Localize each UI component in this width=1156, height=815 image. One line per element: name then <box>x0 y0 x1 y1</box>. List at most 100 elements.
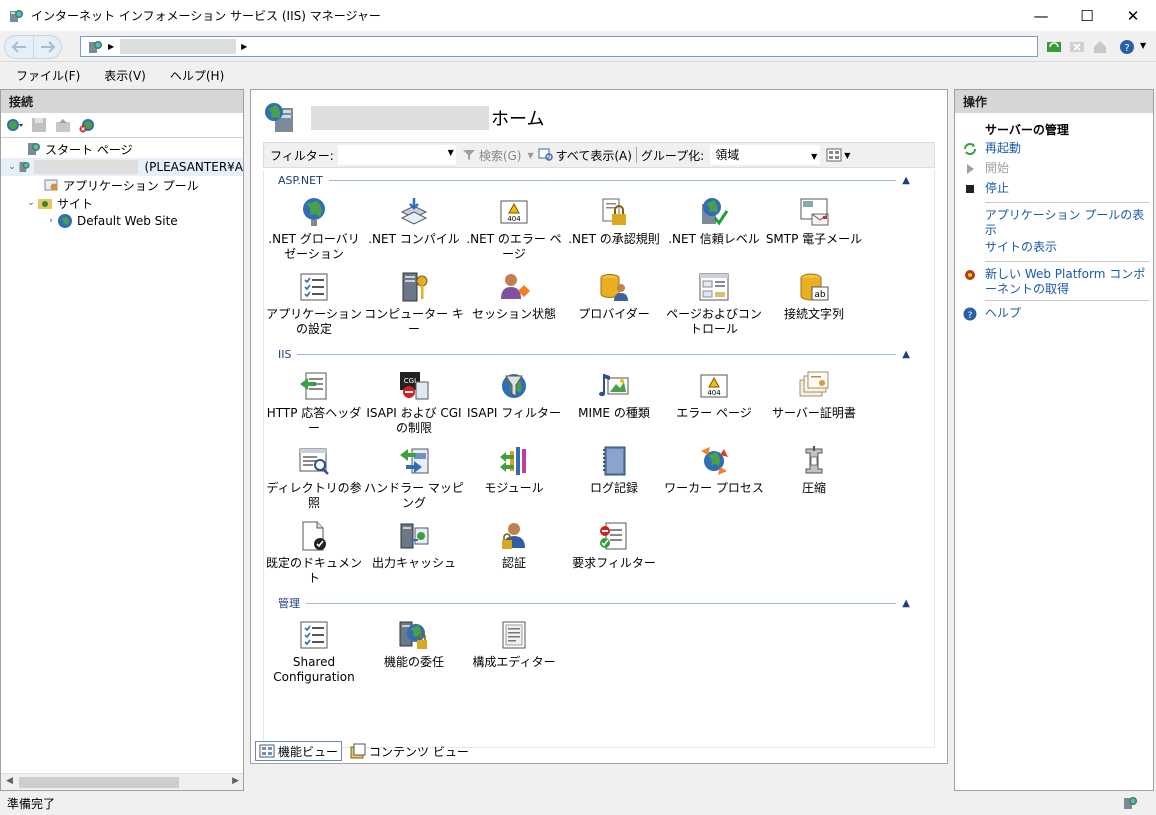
feature-output-caching[interactable]: 出力キャッシュ <box>364 520 464 571</box>
feature-delegation[interactable]: 機能の委任 <box>364 619 464 670</box>
feature-worker-processes[interactable]: ワーカー プロセス <box>664 445 764 496</box>
collapse-icon[interactable]: ▲ <box>902 598 910 609</box>
horizontal-scrollbar[interactable]: ◀ ▶ <box>1 773 243 790</box>
action-stop[interactable]: 停止 <box>955 179 1153 199</box>
breadcrumb-arrow-icon[interactable]: ▶ <box>108 42 114 51</box>
feature-label: 既定のドキュメント <box>265 556 362 585</box>
home-icon[interactable] <box>1092 39 1108 55</box>
up-folder-icon <box>56 119 70 132</box>
action-restart[interactable]: 再起動 <box>955 139 1153 159</box>
action-view-app-pools[interactable]: アプリケーション プールの表示 <box>955 206 1153 238</box>
feature-http-response-headers[interactable]: HTTP 応答ヘッダー <box>264 370 364 436</box>
feature-pages-controls[interactable]: ページおよびコントロール <box>664 271 764 337</box>
feature-handler-mappings[interactable]: ハンドラー マッピング <box>364 445 464 511</box>
tree-node-sites[interactable]: ⌄ サイト <box>1 194 243 212</box>
search-dropdown-icon[interactable]: ▼ <box>527 151 533 160</box>
feature-isapi-cgi-restrictions[interactable]: CGI ISAPI および CGI の制限 <box>364 370 464 436</box>
scrollbar-thumb[interactable] <box>19 777 179 788</box>
feature-shared-configuration[interactable]: Shared Configuration <box>264 619 364 685</box>
feature-net-compilation[interactable]: .NET コンパイル <box>364 196 464 247</box>
feature-request-filtering[interactable]: 要求フィルター <box>564 520 664 571</box>
disconnect-button[interactable] <box>78 116 96 134</box>
chevron-right-icon[interactable]: › <box>45 216 57 226</box>
feature-app-settings[interactable]: アプリケーションの設定 <box>264 271 364 337</box>
error-page-404-icon: 404 <box>700 374 728 398</box>
tree-node-app-pools[interactable]: アプリケーション プール <box>1 176 243 194</box>
view-dropdown-icon[interactable]: ▼ <box>844 151 850 160</box>
tree-node-server[interactable]: ⌄ (PLEASANTER¥A <box>1 158 243 176</box>
feature-logging[interactable]: ログ記録 <box>564 445 664 496</box>
group-header-aspnet[interactable]: ASP.NET ▲ <box>278 172 910 188</box>
feature-machine-key[interactable]: コンピューター キー <box>364 271 464 337</box>
disconnect-icon <box>79 119 94 133</box>
minimize-button[interactable]: — <box>1018 0 1064 31</box>
search-button[interactable]: 検索(G) <box>479 147 522 164</box>
group-header-iis[interactable]: IIS ▲ <box>278 346 910 362</box>
action-start[interactable]: 開始 <box>955 159 1153 179</box>
action-view-sites[interactable]: サイトの表示 <box>955 238 1153 258</box>
scroll-right-icon[interactable]: ▶ <box>232 776 239 786</box>
maximize-button[interactable]: ☐ <box>1064 0 1110 31</box>
connect-button[interactable] <box>6 116 24 134</box>
feature-isapi-filters[interactable]: ISAPI フィルター <box>464 370 564 421</box>
feature-net-globalization[interactable]: .NET グローバリゼーション <box>264 196 364 262</box>
feature-default-document[interactable]: 既定のドキュメント <box>264 520 364 586</box>
feature-net-trust-levels[interactable]: .NET 信頼レベル <box>664 196 764 247</box>
filter-input[interactable]: ▼ <box>337 145 456 165</box>
up-level-button[interactable] <box>54 116 72 134</box>
menu-file[interactable]: ファイル(F) <box>7 67 89 84</box>
action-get-web-platform[interactable]: 新しい Web Platform コンポーネントの取得 <box>955 265 1153 297</box>
web-platform-icon <box>965 270 975 280</box>
tree-node-label: アプリケーション プール <box>63 178 199 193</box>
tab-content-view[interactable]: コンテンツ ビュー <box>346 741 473 761</box>
feature-configuration-editor[interactable]: 構成エディター <box>464 619 564 670</box>
save-button[interactable] <box>30 116 48 134</box>
feature-server-certificates[interactable]: サーバー証明書 <box>764 370 864 421</box>
feature-modules[interactable]: モジュール <box>464 445 564 496</box>
tree-node-start-page[interactable]: スタート ページ <box>1 140 243 158</box>
filter-bar: フィルター: ▼ 検索(G) ▼ すべて表示(A) グループ化: 領域 ▼ ▼ <box>263 142 935 168</box>
refresh-icon[interactable] <box>1046 39 1062 55</box>
dropdown-arrow-icon[interactable]: ▼ <box>811 148 817 166</box>
breadcrumb-arrow-icon[interactable]: ▶ <box>241 42 247 51</box>
feature-session-state[interactable]: セッション状態 <box>464 271 564 322</box>
dropdown-arrow-icon[interactable]: ▼ <box>448 148 454 157</box>
tree-node-label: (PLEASANTER¥A <box>144 160 243 174</box>
tree-node-default-web-site[interactable]: › Default Web Site <box>1 212 243 230</box>
address-field[interactable]: ▶ ▶ <box>80 36 1038 57</box>
feature-connection-strings[interactable]: ab 接続文字列 <box>764 271 864 322</box>
scroll-left-icon[interactable]: ◀ <box>6 776 13 786</box>
feature-directory-browsing[interactable]: ディレクトリの参照 <box>264 445 364 511</box>
menu-view[interactable]: 表示(V) <box>95 67 155 84</box>
collapse-icon[interactable]: ▲ <box>902 175 910 186</box>
forward-button[interactable] <box>34 35 62 59</box>
collapse-icon[interactable]: ▲ <box>902 349 910 360</box>
show-all-icon <box>538 148 553 161</box>
group-by-select[interactable]: 領域 ▼ <box>710 145 821 166</box>
provider-database-icon <box>600 274 628 301</box>
filter-globe-icon <box>502 374 526 398</box>
chevron-down-icon[interactable]: ⌄ <box>25 198 37 208</box>
help-dropdown-icon[interactable]: ? <box>1119 39 1135 55</box>
stop-nav-icon[interactable] <box>1069 39 1085 55</box>
help-dropdown-arrow-icon[interactable]: ▼ <box>1140 41 1146 50</box>
menu-help[interactable]: ヘルプ(H) <box>161 67 233 84</box>
close-button[interactable]: ✕ <box>1110 0 1156 31</box>
feature-mime-types[interactable]: MIME の種類 <box>564 370 664 421</box>
directory-browse-icon <box>299 448 329 475</box>
feature-authentication[interactable]: 認証 <box>464 520 564 571</box>
feature-smtp-email[interactable]: SMTP 電子メール <box>764 196 864 247</box>
back-button[interactable] <box>4 35 34 59</box>
show-all-button[interactable]: すべて表示(A) <box>556 147 632 164</box>
feature-error-pages[interactable]: 404 エラー ページ <box>664 370 764 421</box>
chevron-down-icon[interactable]: ⌄ <box>7 162 17 172</box>
feature-net-error-pages[interactable]: 404 .NET のエラー ページ <box>464 196 564 262</box>
view-mode-icon[interactable] <box>826 148 842 162</box>
tab-features-view[interactable]: 機能ビュー <box>255 741 343 761</box>
feature-compression[interactable]: 圧縮 <box>764 445 864 496</box>
group-title: 管理 <box>278 597 300 610</box>
action-help[interactable]: ? ヘルプ <box>955 304 1153 324</box>
feature-net-authorization-rules[interactable]: .NET の承認規則 <box>564 196 664 247</box>
group-header-management[interactable]: 管理 ▲ <box>278 595 910 611</box>
feature-providers[interactable]: プロバイダー <box>564 271 664 322</box>
